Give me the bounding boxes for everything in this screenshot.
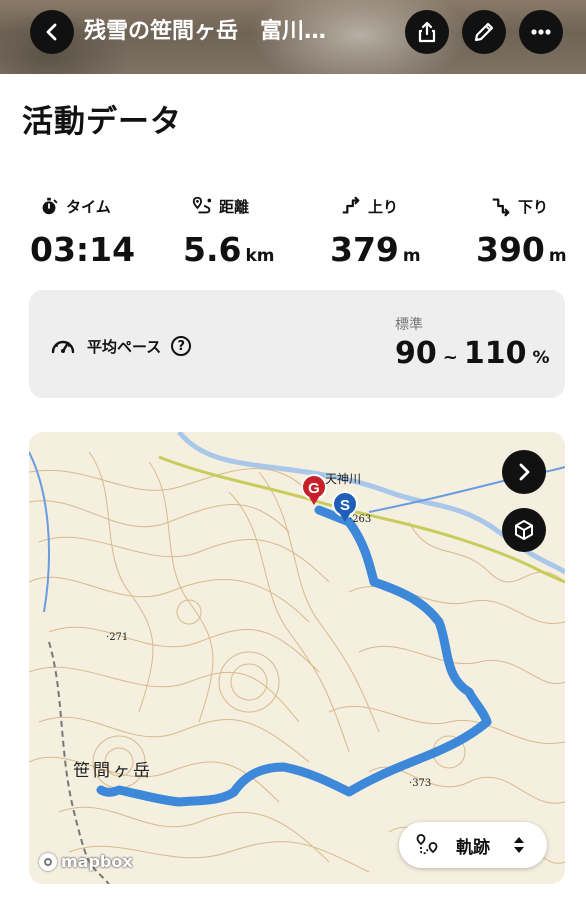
cube-3d-icon xyxy=(515,520,533,540)
stat-distance-value-row: 5.6 km xyxy=(183,230,275,269)
elevation-label-263: ·263 xyxy=(349,514,372,525)
pace-min: 90 xyxy=(395,336,437,371)
stat-ascent: 上り 379 m xyxy=(330,192,421,269)
sort-updown-icon xyxy=(514,837,524,853)
more-icon xyxy=(531,29,551,35)
track-toggle-label: 軌跡 xyxy=(456,837,490,858)
map-next-button[interactable] xyxy=(502,450,546,494)
stopwatch-icon xyxy=(42,197,58,215)
goal-marker-label: G xyxy=(308,480,320,497)
mapbox-attribution[interactable]: mapbox xyxy=(39,852,133,871)
stat-ascent-label: 上り xyxy=(368,197,399,216)
distance-pin-icon xyxy=(192,196,212,214)
pace-separator: ~ xyxy=(442,347,458,368)
stat-time-value-row: 03:14 xyxy=(30,230,135,269)
stat-time-value: 03:14 xyxy=(30,230,136,269)
pace-label-row: 平均ペース ? xyxy=(49,332,192,360)
back-button[interactable] xyxy=(30,10,74,54)
stat-distance: 距離 5.6 km xyxy=(183,192,275,269)
map-3d-button[interactable] xyxy=(502,508,546,552)
stat-ascent-unit: m xyxy=(402,246,421,266)
stat-distance-label-row: 距離 xyxy=(191,192,275,220)
river-label: 天神川 xyxy=(325,472,362,486)
elevation-label-373: ·373 xyxy=(409,778,432,789)
pace-unit: % xyxy=(532,348,550,368)
stat-distance-label: 距離 xyxy=(219,197,250,216)
stat-ascent-value: 379 xyxy=(330,230,399,269)
pace-standard-label: 標準 xyxy=(395,317,423,333)
stat-descent: 下り 390 m xyxy=(476,192,567,270)
pace-range: 90 ~110% xyxy=(395,336,550,371)
stat-ascent-label-row: 上り xyxy=(340,192,421,220)
track-toggle-button[interactable]: 軌跡 xyxy=(399,822,547,868)
stat-ascent-value-row: 379 m xyxy=(330,230,421,269)
share-button[interactable] xyxy=(405,10,449,54)
ascent-arrow-icon xyxy=(342,196,360,214)
stat-descent-unit: m xyxy=(548,246,567,266)
share-icon xyxy=(418,21,436,43)
chevron-right-icon xyxy=(519,463,530,481)
stat-distance-unit: km xyxy=(245,246,275,266)
speedometer-icon xyxy=(51,340,75,354)
chevron-left-icon xyxy=(46,23,57,41)
start-marker-label: S xyxy=(340,497,350,514)
section-title: 活動データ xyxy=(22,104,182,140)
descent-arrow-icon xyxy=(492,198,510,217)
pace-label: 平均ペース xyxy=(87,337,162,356)
stat-distance-value: 5.6 xyxy=(183,230,242,269)
activity-title: 残雪の笹間ヶ岳 富川… xyxy=(84,19,327,44)
route-pins-icon xyxy=(416,834,438,855)
header-bar: 残雪の笹間ヶ岳 富川… xyxy=(0,0,586,74)
route-map[interactable]: G S 天神川 笹間ヶ岳 ·271 ·263 ·373 軌跡 mapbox xyxy=(29,432,565,884)
pace-max: 110 xyxy=(463,336,527,371)
stat-time-label: タイム xyxy=(66,197,111,216)
peak-label: 笹間ヶ岳 xyxy=(73,761,153,781)
stat-descent-value-row: 390 m xyxy=(476,230,567,269)
topographic-map: G S xyxy=(29,432,565,884)
more-button[interactable] xyxy=(519,10,563,54)
help-icon[interactable]: ? xyxy=(171,336,192,356)
average-pace-card: 平均ペース ? 標準 90 ~110% xyxy=(29,290,565,398)
mapbox-logo-icon xyxy=(39,852,57,871)
edit-button[interactable] xyxy=(462,10,506,54)
stat-time-label-row: タイム xyxy=(38,192,135,220)
stat-descent-label-row: 下り xyxy=(490,192,567,220)
stat-time: タイム 03:14 xyxy=(30,192,135,270)
elevation-label-271: ·271 xyxy=(106,632,129,643)
mapbox-attribution-text: mapbox xyxy=(61,852,133,871)
stat-descent-value: 390 xyxy=(476,230,545,269)
stat-descent-label: 下り xyxy=(518,197,549,216)
pencil-icon xyxy=(474,22,494,42)
